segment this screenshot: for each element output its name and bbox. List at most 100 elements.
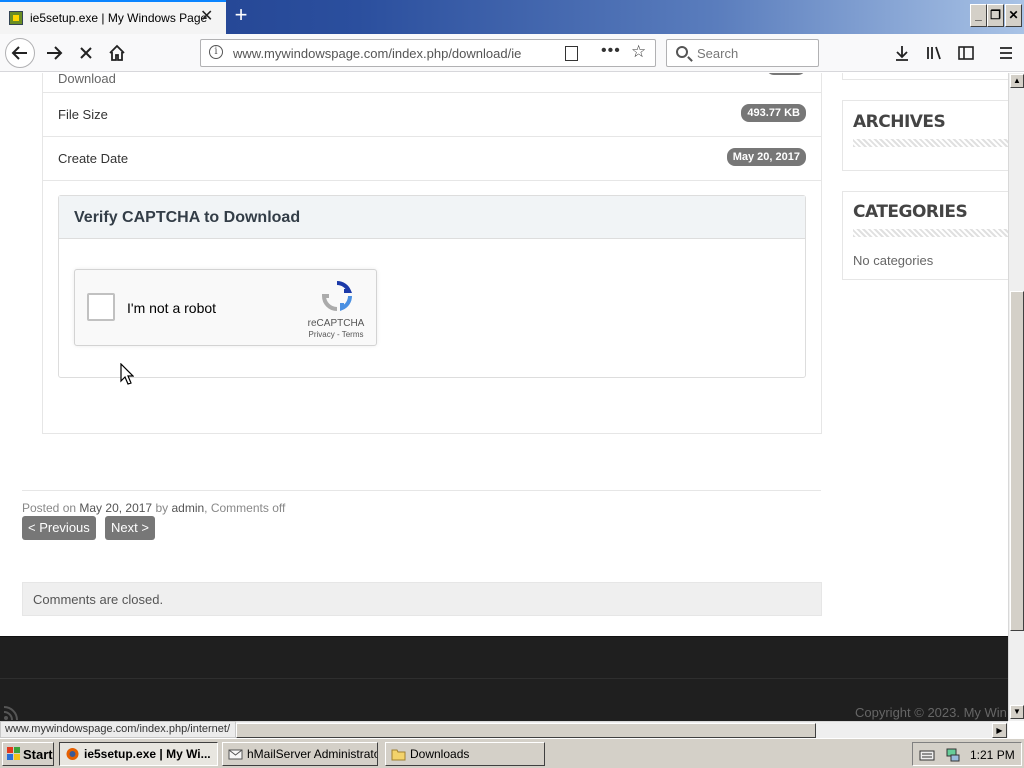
home-icon [109, 44, 125, 61]
bookmark-star-icon[interactable]: ☆ [631, 42, 646, 62]
page-actions-icon[interactable]: ••• [601, 42, 621, 60]
home-button[interactable] [103, 39, 131, 67]
comments-closed-notice: Comments are closed. [22, 582, 822, 616]
post-meta: Posted on May 20, 2017 by admin, Comment… [22, 501, 285, 515]
forward-arrow-icon [47, 46, 63, 60]
site-info-icon[interactable]: i [209, 45, 223, 59]
back-arrow-icon [11, 46, 27, 60]
system-tray: 1:21 PM [912, 742, 1022, 766]
network-tray-icon[interactable] [945, 747, 961, 763]
create-date-badge: May 20, 2017 [726, 148, 806, 166]
start-label: Start [23, 747, 53, 762]
start-button[interactable]: Start [2, 742, 54, 766]
keyboard-tray-icon[interactable] [919, 748, 935, 762]
previous-post-button[interactable]: < Previous [22, 516, 96, 540]
library-icon [927, 46, 941, 60]
file-size-badge: 493.77 KB [741, 104, 806, 122]
link-status-tooltip: www.mywindowspage.com/index.php/internet… [0, 721, 236, 738]
search-placeholder: Search [697, 46, 739, 61]
footer-copyright: Copyright © 2023. My Win [855, 705, 1007, 720]
recaptcha-logo-icon [321, 281, 353, 312]
new-tab-button[interactable]: + [229, 4, 253, 28]
hmailserver-icon [228, 749, 243, 760]
not-a-robot-label[interactable]: I'm not a robot [127, 300, 216, 316]
reader-view-icon[interactable] [565, 46, 578, 61]
recaptcha-terms-link[interactable]: Privacy - Terms [295, 330, 377, 339]
rss-feed-icon[interactable] [3, 703, 21, 721]
tab-title: ie5setup.exe | My Windows Page [30, 11, 208, 25]
create-date-row: Create Date May 20, 2017 [43, 137, 821, 181]
archives-title: ARCHIVES [853, 112, 946, 132]
site-footer: Copyright © 2023. My Win [0, 636, 1008, 721]
file-size-label: File Size [58, 107, 108, 122]
recaptcha-widget: I'm not a robot reCAPTCHA Privacy - Term… [74, 269, 377, 346]
post-date-link[interactable]: May 20, 2017 [79, 501, 152, 515]
vertical-scroll-thumb[interactable] [1010, 291, 1024, 631]
page-viewport: Download File Size 493.77 KB Create Date… [0, 73, 1008, 721]
download-label: Download [58, 73, 116, 86]
tab-close-icon[interactable]: ✕ [200, 8, 213, 26]
sidebar-toggle-button[interactable] [952, 39, 980, 67]
not-a-robot-checkbox[interactable] [87, 293, 115, 321]
post-meta-divider [22, 490, 821, 491]
stop-button[interactable] [72, 39, 100, 67]
horizontal-scrollbar[interactable]: ▶ [236, 721, 1008, 738]
posted-on-label: Posted on [22, 501, 77, 515]
maximize-button[interactable]: ❐ [987, 4, 1004, 27]
captcha-panel: Verify CAPTCHA to Download I'm not a rob… [58, 195, 806, 378]
taskbar-item-hmailserver-label: hMailServer Administrato... [247, 747, 378, 761]
taskbar-item-downloads[interactable]: Downloads [385, 742, 545, 766]
search-icon [676, 46, 688, 58]
taskbar-item-browser[interactable]: ie5setup.exe | My Wi... [59, 742, 218, 766]
categories-title: CATEGORIES [853, 202, 968, 222]
windows-flag-icon [7, 747, 20, 760]
next-post-button[interactable]: Next > [105, 516, 155, 540]
footer-divider [0, 678, 1008, 679]
archives-widget: ARCHIVES [842, 100, 1008, 171]
browser-titlebar: ie5setup.exe | My Windows Page ✕ + _ ❐ ✕ [0, 0, 1024, 34]
no-categories-text: No categories [853, 253, 934, 268]
window-close-button[interactable]: ✕ [1005, 4, 1022, 27]
sidebar-widget-top [842, 73, 1008, 80]
taskbar-clock[interactable]: 1:21 PM [970, 748, 1015, 762]
posted-by-label: by [155, 501, 169, 515]
stop-icon [80, 47, 92, 59]
file-size-row: File Size 493.77 KB [43, 93, 821, 137]
search-input[interactable]: Search [666, 39, 819, 67]
comments-closed-text: Comments are closed. [33, 592, 164, 607]
post-author-link[interactable]: admin [171, 501, 204, 515]
downloads-button[interactable] [888, 39, 916, 67]
recaptcha-brand: reCAPTCHA [307, 318, 365, 329]
mouse-cursor-icon [120, 363, 134, 385]
categories-title-underline [853, 229, 1008, 237]
sidebar-icon [958, 46, 974, 60]
page-favicon-icon [9, 11, 23, 25]
folder-icon [391, 749, 406, 761]
address-bar[interactable]: i www.mywindowspage.com/index.php/downlo… [200, 39, 656, 67]
captcha-title: Verify CAPTCHA to Download [74, 209, 301, 226]
scroll-right-arrow-icon[interactable]: ▶ [992, 723, 1007, 738]
windows-taskbar: Start ie5setup.exe | My Wi... hMailServe… [0, 738, 1024, 768]
address-text[interactable]: www.mywindowspage.com/index.php/download… [233, 46, 528, 61]
library-button[interactable] [920, 39, 948, 67]
taskbar-item-browser-label: ie5setup.exe | My Wi... [84, 747, 211, 761]
browser-navbar: i www.mywindowspage.com/index.php/downlo… [0, 34, 1024, 72]
back-button[interactable] [5, 38, 35, 68]
forward-button[interactable] [40, 39, 68, 67]
captcha-panel-header: Verify CAPTCHA to Download [59, 196, 805, 239]
browser-tab[interactable]: ie5setup.exe | My Windows Page ✕ [0, 0, 226, 34]
scroll-up-arrow-icon[interactable]: ▲ [1010, 74, 1024, 88]
download-row: Download [43, 73, 821, 93]
taskbar-item-hmailserver[interactable]: hMailServer Administrato... [222, 742, 378, 766]
create-date-label: Create Date [58, 151, 129, 166]
vertical-scrollbar[interactable]: ▲ ▼ [1008, 73, 1024, 721]
minimize-button[interactable]: _ [970, 4, 987, 27]
scroll-down-arrow-icon[interactable]: ▼ [1010, 705, 1024, 719]
download-arrow-icon [896, 46, 908, 61]
taskbar-item-downloads-label: Downloads [410, 747, 470, 761]
menu-button[interactable] [992, 39, 1020, 67]
firefox-icon [66, 748, 79, 760]
horizontal-scroll-thumb[interactable] [236, 723, 816, 738]
categories-widget: CATEGORIES No categories [842, 191, 1008, 280]
archives-title-underline [853, 139, 1008, 147]
